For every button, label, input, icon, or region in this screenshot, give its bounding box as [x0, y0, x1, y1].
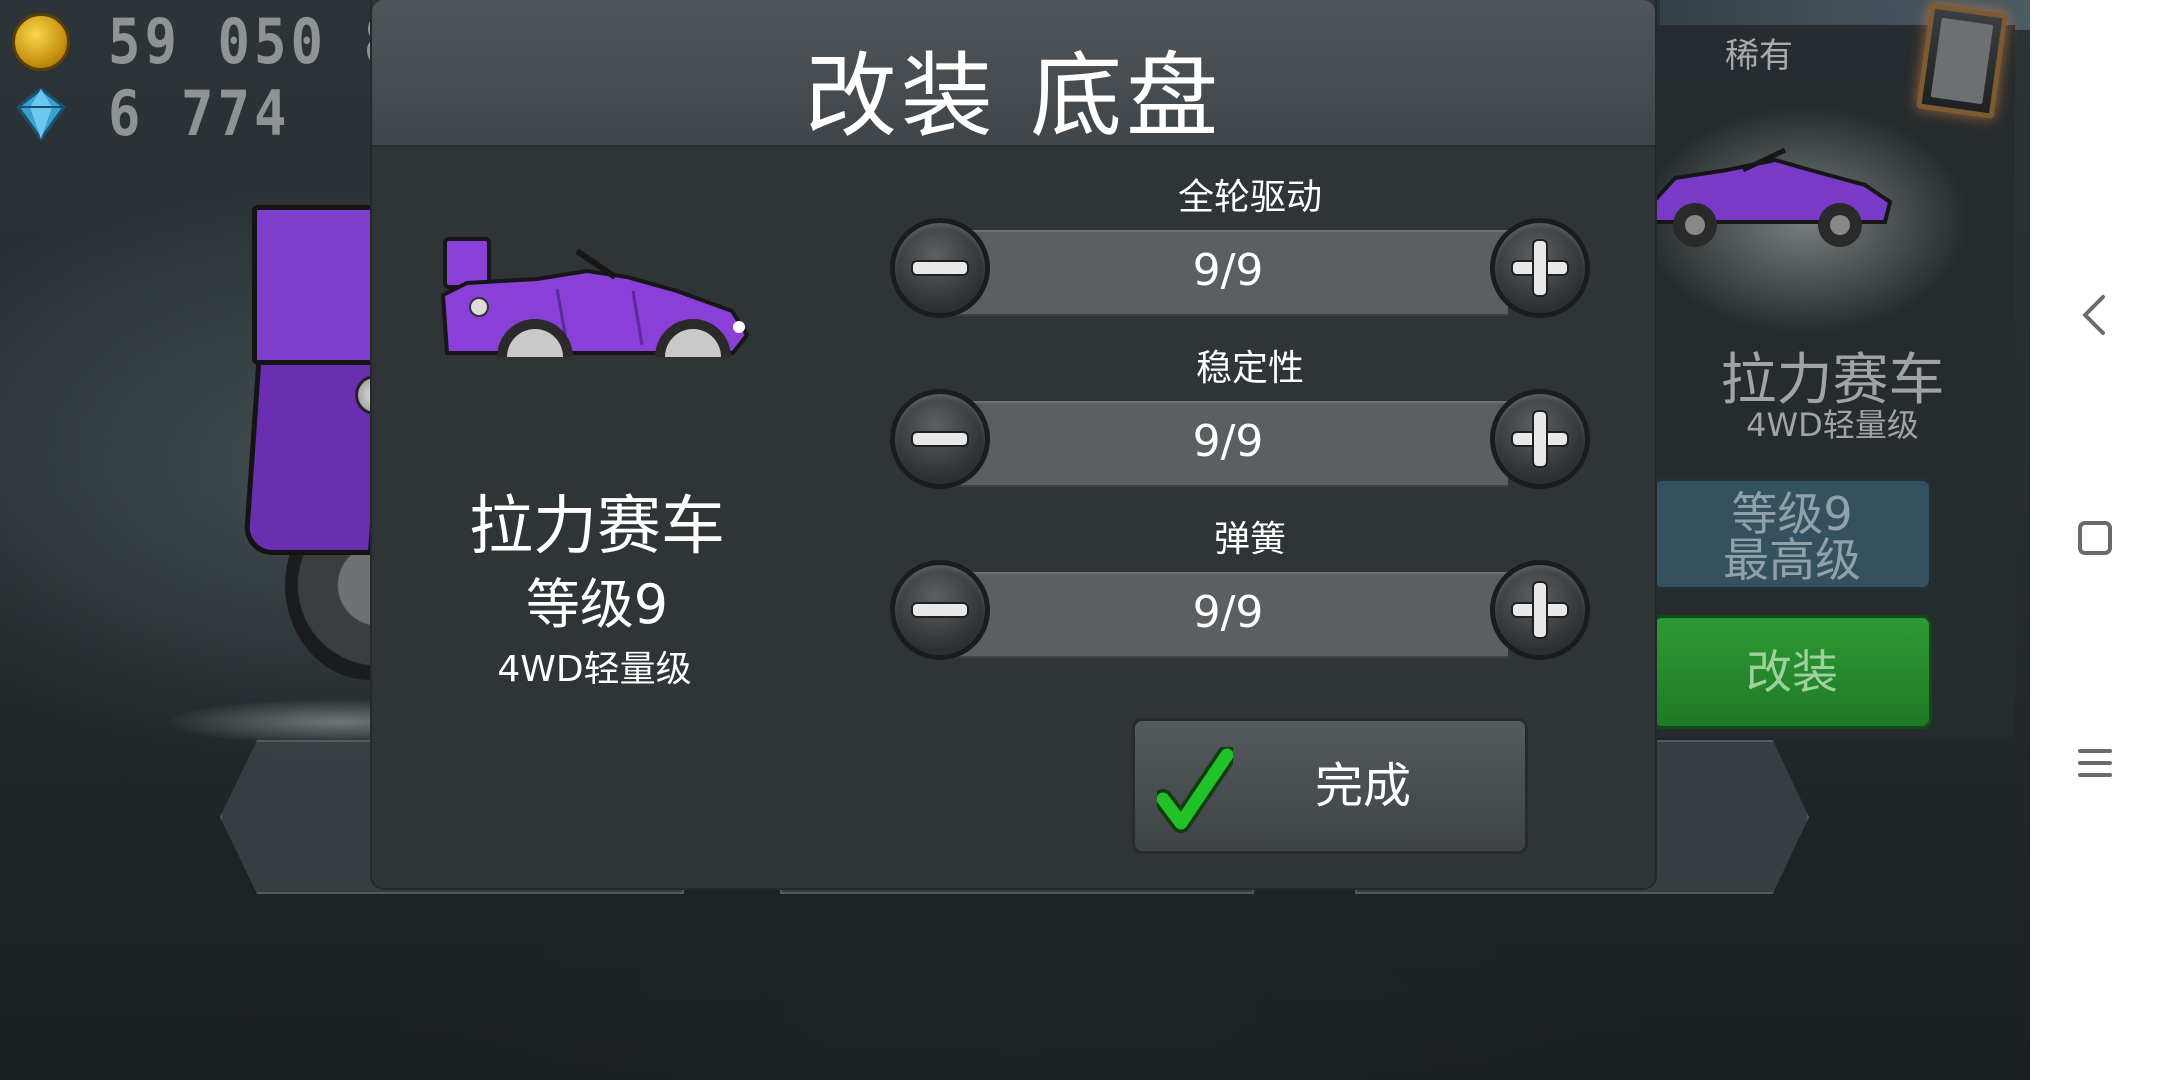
- vehicle-level-box: 等级9 最高级: [1652, 478, 1932, 590]
- done-button[interactable]: 完成: [1132, 718, 1528, 854]
- car-class: 4WD轻量级: [497, 649, 692, 690]
- stat-row-stability: 稳定性 9/9: [890, 339, 1590, 499]
- dialog-header: 改装 底盘: [372, 0, 1655, 150]
- rarity-label: 稀有: [1725, 36, 1793, 76]
- gem-counter: 6 774: [12, 77, 291, 150]
- decrease-button[interactable]: [890, 560, 990, 660]
- background-car-wing: [252, 205, 382, 365]
- decrease-button[interactable]: [890, 218, 990, 318]
- car-name: 拉力赛车: [469, 490, 725, 564]
- square-icon[interactable]: [2065, 508, 2125, 568]
- dialog-title: 改装 底盘: [804, 43, 1223, 150]
- vehicle-card-car-image: [1653, 147, 1893, 247]
- decrease-button[interactable]: [890, 389, 990, 489]
- stat-label: 全轮驱动: [1177, 177, 1322, 218]
- card-icon[interactable]: [1916, 3, 2008, 119]
- stat-value: 9/9: [1192, 416, 1264, 467]
- coin-icon: [12, 12, 70, 71]
- vehicle-card-class: 4WD轻量级: [1746, 406, 1919, 444]
- chevron-left-icon[interactable]: [2065, 285, 2125, 345]
- increase-button[interactable]: [1490, 560, 1590, 660]
- minus-icon: [913, 604, 967, 616]
- car-image: [440, 237, 750, 357]
- stat-row-springs: 弹簧 9/9: [890, 510, 1590, 670]
- stat-value: 9/9: [1192, 245, 1264, 296]
- gem-amount: 6 774: [108, 77, 291, 150]
- minus-icon: [913, 262, 967, 274]
- done-label: 完成: [1315, 758, 1412, 814]
- minus-icon: [913, 433, 967, 445]
- system-navigation-bar: [2030, 0, 2160, 1080]
- increase-button[interactable]: [1490, 389, 1590, 489]
- gem-icon: [15, 86, 67, 142]
- increase-button[interactable]: [1490, 218, 1590, 318]
- stat-label: 稳定性: [1195, 348, 1304, 389]
- upgrade-button[interactable]: 改装: [1652, 615, 1932, 729]
- vehicle-level-label: 等级9: [1731, 487, 1853, 541]
- car-level: 等级9: [525, 573, 669, 636]
- stat-row-awd: 全轮驱动 9/9: [890, 168, 1590, 328]
- vehicle-max-label: 最高级: [1723, 533, 1861, 587]
- menu-icon[interactable]: [2065, 733, 2125, 793]
- stat-label: 弹簧: [1213, 519, 1286, 560]
- tune-chassis-dialog: 改装 底盘 拉力赛车 等级9 4WD轻量级 全轮驱动 9/9 稳定性 9/9 弹…: [372, 0, 1655, 888]
- stat-value: 9/9: [1192, 587, 1264, 638]
